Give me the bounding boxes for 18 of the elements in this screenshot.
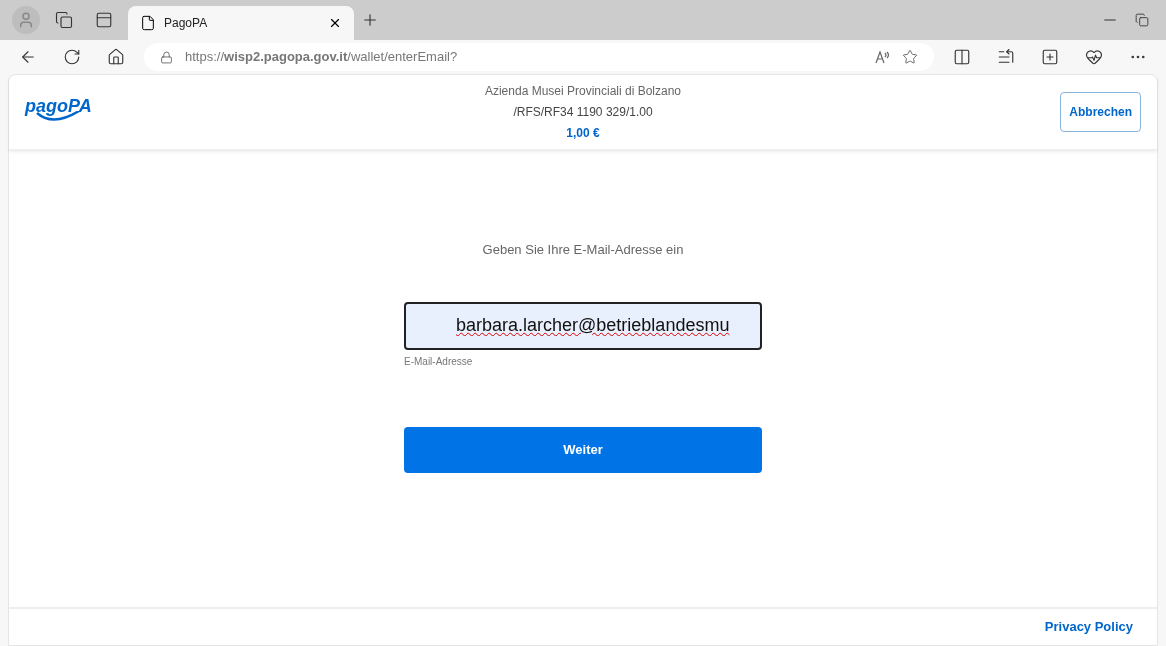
close-icon [328, 16, 342, 30]
email-label: E-Mail-Adresse [404, 354, 474, 369]
browser-tab[interactable]: PagoPA [128, 6, 354, 40]
pagopa-logo: pagoPA [25, 97, 145, 127]
read-aloud-icon [874, 50, 890, 64]
privacy-policy-link[interactable]: Privacy Policy [1044, 617, 1133, 637]
lock-icon [160, 50, 173, 64]
tab-title: PagoPA [164, 15, 209, 32]
email-field[interactable]: barbara.larcher@betrieblandesmu [404, 301, 762, 350]
email-prompt: Geben Sie Ihre E-Mail-Adresse ein [482, 241, 684, 259]
favorite-icon [902, 49, 918, 65]
payment-amount: 1,00 € [566, 125, 600, 142]
continue-button[interactable]: Weiter [404, 426, 762, 473]
page-icon [140, 15, 156, 31]
url-text: https://wisp2.pagopa.gov.it/wallet/enterEmail? [185, 48, 459, 67]
payee-name: Azienda Musei Provinciali di Bolzano [484, 83, 682, 100]
address-bar[interactable]: https://wisp2.pagopa.gov.it/wallet/enterEmail? [144, 43, 934, 71]
payment-reference: /RFS/RF34 1190 329/1.00 [513, 104, 653, 121]
